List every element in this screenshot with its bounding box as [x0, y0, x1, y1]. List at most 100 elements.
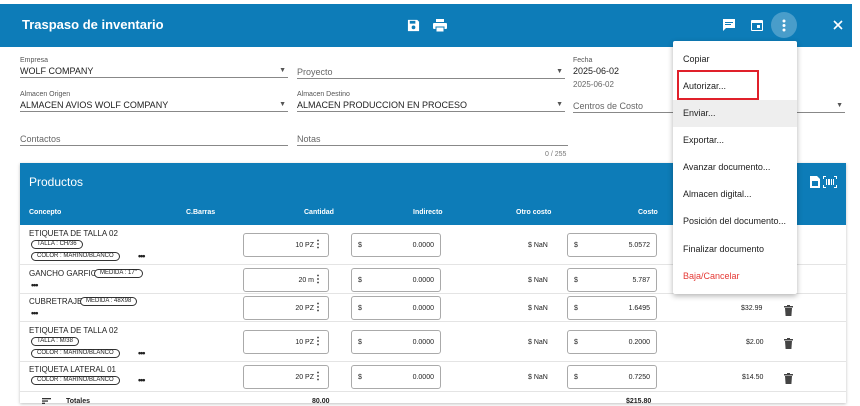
costo-input[interactable]: $1.6495 — [567, 296, 657, 320]
menu-item-enviar[interactable]: Enviar... — [673, 100, 797, 127]
save-icon[interactable] — [400, 12, 426, 38]
totals-qty: 80.00 — [312, 398, 330, 405]
table-row: ETIQUETA LATERAL 01 COLOR : MARINO/BLANC… — [20, 362, 846, 392]
costo-input[interactable]: $5.787 — [567, 268, 657, 292]
otro-costo-value: $ NaN — [528, 374, 548, 381]
quantity-input[interactable]: 10 PZ ⋮ — [243, 233, 329, 257]
proyecto-field[interactable]: Proyecto ▼ — [297, 65, 565, 79]
sort-icon[interactable] — [42, 398, 51, 406]
costo-input[interactable]: $0.2000 — [567, 330, 657, 354]
product-name: GANCHO GARFIO — [29, 269, 98, 278]
menu-item-almacen-digital[interactable]: Almacen digital... — [673, 181, 797, 208]
otro-costo-value: $ NaN — [528, 339, 548, 346]
totals-label: Totales — [66, 398, 90, 405]
chevron-down-icon: ▼ — [279, 67, 286, 74]
total-price: $14.50 — [742, 374, 764, 381]
indirecto-input[interactable]: $0.0000 — [351, 365, 441, 389]
fecha-field[interactable]: Fecha 2025-06-02 2025-06-02 — [573, 57, 673, 89]
product-name: ETIQUETA LATERAL 01 — [29, 365, 116, 374]
proyecto-placeholder: Proyecto — [297, 65, 565, 79]
comment-icon[interactable] — [716, 12, 742, 38]
menu-item-baja-cancelar[interactable]: Baja/Cancelar — [673, 263, 797, 290]
more-horiz-icon[interactable]: ••• — [138, 251, 146, 261]
more-horiz-icon[interactable]: ••• — [138, 375, 146, 385]
attribute-tag: COLOR : MARINO/BLANCO — [31, 376, 120, 385]
product-name: ETIQUETA DE TALLA 02 — [29, 326, 118, 335]
empresa-field[interactable]: Empresa WOLF COMPANY ▼ — [20, 57, 288, 78]
print-icon[interactable] — [427, 12, 453, 38]
indirecto-input[interactable]: $0.0000 — [351, 268, 441, 292]
costo-input[interactable]: $0.7250 — [567, 365, 657, 389]
otro-costo-value: $ NaN — [528, 305, 548, 312]
delete-icon[interactable] — [784, 371, 794, 384]
almacen-origen-field[interactable]: Almacen Origen ALMACEN AVIOS WOLF COMPAN… — [20, 91, 288, 112]
menu-item-copiar[interactable]: Copiar — [673, 46, 797, 73]
more-horiz-icon[interactable]: ••• — [138, 348, 146, 358]
menu-item-posicion[interactable]: Posición del documento... — [673, 208, 797, 235]
empresa-label: Empresa — [20, 57, 49, 64]
calendar-icon[interactable] — [744, 12, 770, 38]
fecha-label: Fecha — [573, 57, 593, 64]
delete-icon[interactable] — [784, 303, 794, 316]
attribute-tag: MEDIDA : 48X98 — [80, 297, 138, 306]
more-vert-icon[interactable]: ⋮ — [313, 302, 323, 313]
product-name: ETIQUETA DE TALLA 02 — [29, 229, 118, 238]
more-vert-icon[interactable]: ⋮ — [313, 239, 323, 250]
page-title: Traspaso de inventario — [22, 17, 164, 32]
more-vert-icon[interactable]: ⋮ — [313, 336, 323, 347]
more-vert-icon[interactable]: ⋮ — [313, 274, 323, 285]
attribute-tag: MEDIDA : 17" — [94, 269, 143, 278]
notas-counter: 0 / 255 — [545, 151, 567, 158]
almacen-origen-value: ALMACEN AVIOS WOLF COMPANY — [20, 98, 288, 112]
col-concepto[interactable]: Concepto — [29, 209, 61, 216]
delete-icon[interactable] — [784, 336, 794, 349]
total-price: $32.99 — [741, 305, 763, 312]
total-price: $2.00 — [746, 339, 764, 346]
otro-costo-value: $ NaN — [528, 242, 548, 249]
col-otro-costo[interactable]: Otro costo — [516, 209, 551, 216]
highlight-box — [677, 70, 759, 100]
barcode-scan-icon[interactable] — [823, 175, 837, 193]
products-title: Productos — [29, 175, 84, 189]
more-vert-icon[interactable] — [771, 12, 797, 38]
contactos-field[interactable]: Contactos — [20, 132, 288, 146]
file-export-icon[interactable] — [810, 175, 820, 193]
more-horiz-icon[interactable]: ••• — [31, 280, 39, 290]
quantity-input[interactable]: 20 PZ ⋮ — [243, 296, 329, 320]
close-icon[interactable] — [825, 12, 851, 38]
indirecto-input[interactable]: $0.0000 — [351, 296, 441, 320]
menu-item-finalizar[interactable]: Finalizar documento — [673, 236, 797, 263]
almacen-origen-label: Almacen Origen — [20, 91, 71, 98]
costo-input[interactable]: $5.0572 — [567, 233, 657, 257]
contactos-placeholder: Contactos — [20, 132, 288, 146]
col-barras[interactable]: C.Barras — [186, 209, 215, 216]
chevron-down-icon: ▼ — [836, 102, 843, 109]
almacen-destino-field[interactable]: Almacen Destino ALMACEN PRODUCCION EN PR… — [297, 91, 565, 112]
quantity-input[interactable]: 20 PZ ⋮ — [243, 365, 329, 389]
col-cantidad[interactable]: Cantidad — [304, 209, 334, 216]
totals-row: Totales 80.00 $215.80 — [20, 394, 846, 406]
totals-amount: $215.80 — [626, 398, 652, 405]
notas-field[interactable]: Notas — [297, 132, 568, 146]
more-horiz-icon[interactable]: ••• — [31, 308, 39, 318]
col-costo[interactable]: Costo — [638, 209, 658, 216]
menu-item-exportar[interactable]: Exportar... — [673, 127, 797, 154]
attribute-tag: TALLA : M/38 — [31, 337, 79, 346]
attribute-tag: TALLA : CH/36 — [31, 240, 83, 249]
empresa-value: WOLF COMPANY — [20, 64, 288, 78]
product-name: CUBRETRAJE — [29, 297, 83, 306]
attribute-tag: COLOR : MARINO/BLANCO — [31, 349, 120, 358]
app-window: Traspaso de inventario Empresa WOLF COMP… — [0, 0, 860, 406]
indirecto-input[interactable]: $0.0000 — [351, 233, 441, 257]
fecha-sub: 2025-06-02 — [573, 80, 614, 89]
quantity-input[interactable]: 10 PZ ⋮ — [243, 330, 329, 354]
indirecto-input[interactable]: $0.0000 — [351, 330, 441, 354]
col-indirecto[interactable]: Indirecto — [413, 209, 443, 216]
quantity-input[interactable]: 20 m ⋮ — [243, 268, 329, 292]
menu-item-avanzar[interactable]: Avanzar documento... — [673, 154, 797, 181]
chevron-down-icon: ▼ — [279, 101, 286, 108]
fecha-value: 2025-06-02 — [573, 66, 620, 76]
more-vert-icon[interactable]: ⋮ — [313, 371, 323, 382]
chevron-down-icon: ▼ — [556, 68, 563, 75]
almacen-destino-label: Almacen Destino — [297, 91, 350, 98]
